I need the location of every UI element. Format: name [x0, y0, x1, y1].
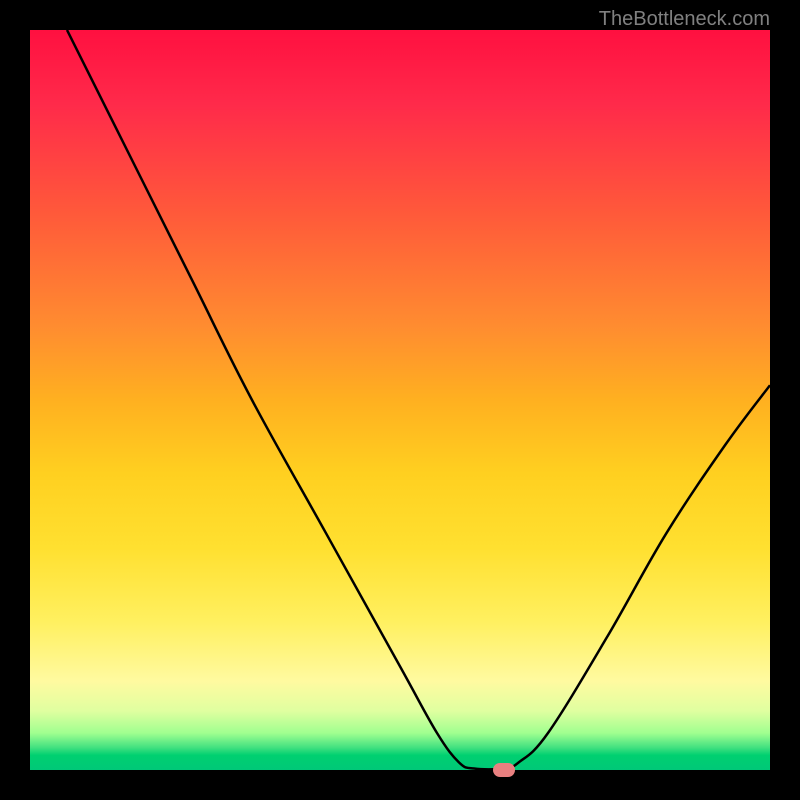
- plot-area: [30, 30, 770, 770]
- chart-container: TheBottleneck.com: [0, 0, 800, 800]
- optimal-point-marker: [493, 763, 515, 777]
- bottleneck-curve: [67, 30, 770, 769]
- watermark-text: TheBottleneck.com: [599, 8, 770, 31]
- curve-svg: [30, 30, 770, 770]
